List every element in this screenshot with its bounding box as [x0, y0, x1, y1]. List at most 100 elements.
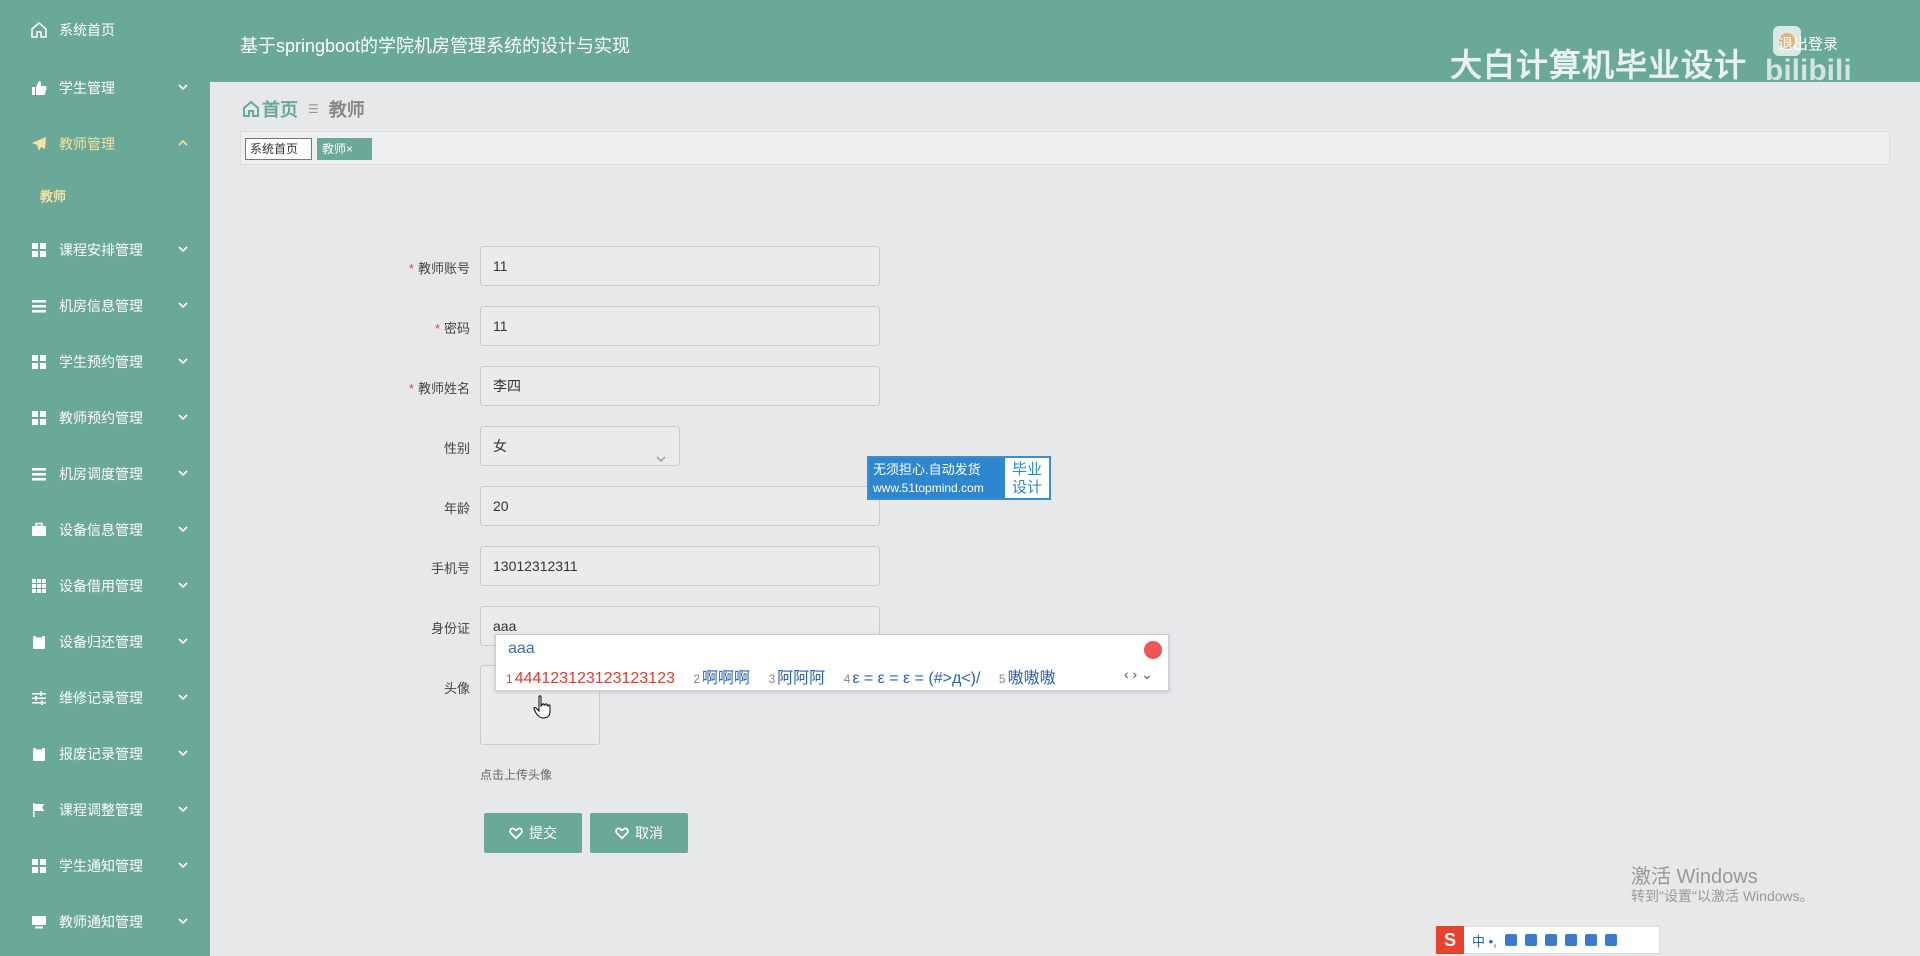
hand-cursor-icon [533, 695, 551, 719]
chevron-up-icon [176, 136, 190, 150]
grid-icon [31, 858, 47, 874]
table-icon [31, 578, 47, 594]
tab-home[interactable]: 系统首页 [245, 138, 312, 160]
chevron-down-icon [176, 634, 190, 648]
ime-logo-icon [1144, 641, 1162, 659]
sidebar-item-room[interactable]: 机房信息管理 [0, 286, 210, 326]
phone-label: 手机号 [430, 561, 470, 576]
sidebar-item-device-return[interactable]: 设备归还管理 [0, 622, 210, 662]
flag-icon [31, 802, 47, 818]
chevron-down-icon [176, 690, 190, 704]
sidebar-item-label: 课程安排管理 [59, 242, 143, 258]
game-icon [1564, 934, 1577, 946]
name-input[interactable]: 李四 [480, 366, 880, 406]
sidebar-item-repair[interactable]: 维修记录管理 [0, 678, 210, 718]
sidebar-item-label: 教师管理 [59, 136, 115, 152]
sidebar-item-label: 学生预约管理 [59, 354, 143, 370]
gender-select[interactable]: 女 [480, 426, 680, 466]
phone-input[interactable]: 13012312311 [480, 546, 880, 586]
monitor-icon [31, 914, 47, 930]
sidebar-item-dispatch[interactable]: 机房调度管理 [0, 454, 210, 494]
name-label: * 教师姓名 [408, 381, 470, 396]
sidebar-item-device-info[interactable]: 设备信息管理 [0, 510, 210, 550]
chevron-down-icon [176, 466, 190, 480]
sidebar-item-label: 报废记录管理 [59, 746, 143, 762]
menu-icon [31, 466, 47, 482]
password-label: * 密码 [434, 321, 470, 336]
sidebar-item-home[interactable]: 系统首页 [0, 10, 210, 50]
chevron-down-icon [176, 354, 190, 368]
chevron-down-icon [176, 80, 190, 94]
breadcrumb-home[interactable]: 首页 [262, 96, 298, 122]
sidebar-item-student-notice[interactable]: 学生通知管理 [0, 846, 210, 886]
ime-candidate-2[interactable]: 2 啊啊啊 [693, 670, 750, 687]
sidebar-item-label: 教师预约管理 [59, 410, 143, 426]
windows-activation-title: 激活 Windows [1631, 866, 1758, 888]
avatar-label: 头像 [443, 681, 470, 696]
sidebar-item-device-borrow[interactable]: 设备借用管理 [0, 566, 210, 606]
svg-text:bilibili: bilibili [1765, 54, 1852, 82]
tab-teacher[interactable]: 教师× [317, 138, 372, 160]
ad-banner[interactable]: 无须担心.自动发货 www.51topmind.com 毕业 设计 [867, 456, 1051, 500]
ime-candidate-window: aaa 1 444123123123123123 2 啊啊啊 3 阿阿阿 4ε = ε… [495, 634, 1169, 691]
cancel-button[interactable]: 取消 [590, 813, 688, 853]
settings-icon [1604, 934, 1617, 946]
sidebar-item-label: 设备信息管理 [59, 522, 143, 538]
age-input[interactable]: 20 [480, 486, 880, 526]
ime-candidate-4[interactable]: 4ε = ε = ε = (#>д<)/ [844, 670, 981, 687]
sidebar-item-teacher-notice[interactable]: 教师通知管理 [0, 902, 210, 942]
thumbs-icon [31, 80, 47, 96]
sidebar-item-label: 系统首页 [59, 22, 115, 38]
ad-url: www.51topmind.com [873, 481, 984, 495]
breadcrumb: 首页 ☰ 教师 [242, 96, 365, 122]
ime-candidates: 1 444123123123123123 2 啊啊啊 3 阿阿阿 4ε = ε = ε… [506, 664, 1070, 688]
account-label: * 教师账号 [408, 261, 470, 276]
ime-candidate-1[interactable]: 1 444123123123123123 [506, 670, 675, 687]
sidebar-item-label: 设备归还管理 [59, 634, 143, 650]
sidebar-item-label: 学生通知管理 [59, 858, 143, 874]
home-icon [242, 100, 260, 118]
sidebar-item-teacher-booking[interactable]: 教师预约管理 [0, 398, 210, 438]
chevron-down-icon [176, 578, 190, 592]
sidebar-item-teacher[interactable]: 教师管理 [0, 124, 210, 164]
sidebar-item-label: 课程调整管理 [59, 802, 143, 818]
chevron-down-icon [176, 914, 190, 928]
sogou-logo: S [1436, 926, 1464, 954]
sidebar-item-label: 机房调度管理 [59, 466, 143, 482]
submit-button[interactable]: 提交 [484, 813, 582, 853]
sidebar-item-course-adjust[interactable]: 课程调整管理 [0, 790, 210, 830]
sidebar-item-label: 机房信息管理 [59, 298, 143, 314]
chevron-down-icon [176, 746, 190, 760]
chevron-down-icon [176, 858, 190, 872]
tab-bar: 系统首页 教师× [240, 131, 1890, 165]
chevron-down-icon [176, 298, 190, 312]
sidebar-item-student[interactable]: 学生管理 [0, 68, 210, 108]
sidebar-item-scrap[interactable]: 报废记录管理 [0, 734, 210, 774]
mic-icon [1504, 934, 1517, 946]
ime-toolbar[interactable]: S 中 •, [1435, 926, 1660, 954]
briefcase-icon [31, 522, 47, 538]
keyboard-icon [1524, 934, 1537, 946]
chevron-down-icon [655, 441, 667, 463]
sidebar-item-student-booking[interactable]: 学生预约管理 [0, 342, 210, 382]
sidebar-item-course[interactable]: 课程安排管理 [0, 230, 210, 270]
logout-link[interactable]: 退出登录 [1778, 33, 1838, 54]
grid-icon [31, 410, 47, 426]
grid-icon [31, 242, 47, 258]
ime-candidate-3[interactable]: 3 阿阿阿 [768, 670, 825, 687]
sidebar-item-label: 维修记录管理 [59, 690, 143, 706]
menu-icon [31, 298, 47, 314]
account-input[interactable]: 11 [480, 246, 880, 286]
top-header: 基于springboot的学院机房管理系统的设计与实现 大白计算机毕业设计 bi… [210, 0, 1920, 83]
clipboard-icon [31, 634, 47, 650]
chevron-down-icon [176, 242, 190, 256]
sidebar-subitem-teacher[interactable]: 教师 [40, 186, 66, 205]
password-input[interactable]: 11 [480, 306, 880, 346]
sidebar-item-label: 教师通知管理 [59, 914, 143, 930]
system-title: 基于springboot的学院机房管理系统的设计与实现 [240, 36, 631, 56]
ime-nav-arrows[interactable]: ‹ › ⌄ [1124, 666, 1153, 683]
ime-candidate-5[interactable]: 5 嗷嗷嗷 [999, 670, 1056, 687]
send-icon [31, 136, 47, 152]
age-label: 年龄 [443, 501, 470, 516]
ad-right2: 设计 [1011, 479, 1042, 496]
